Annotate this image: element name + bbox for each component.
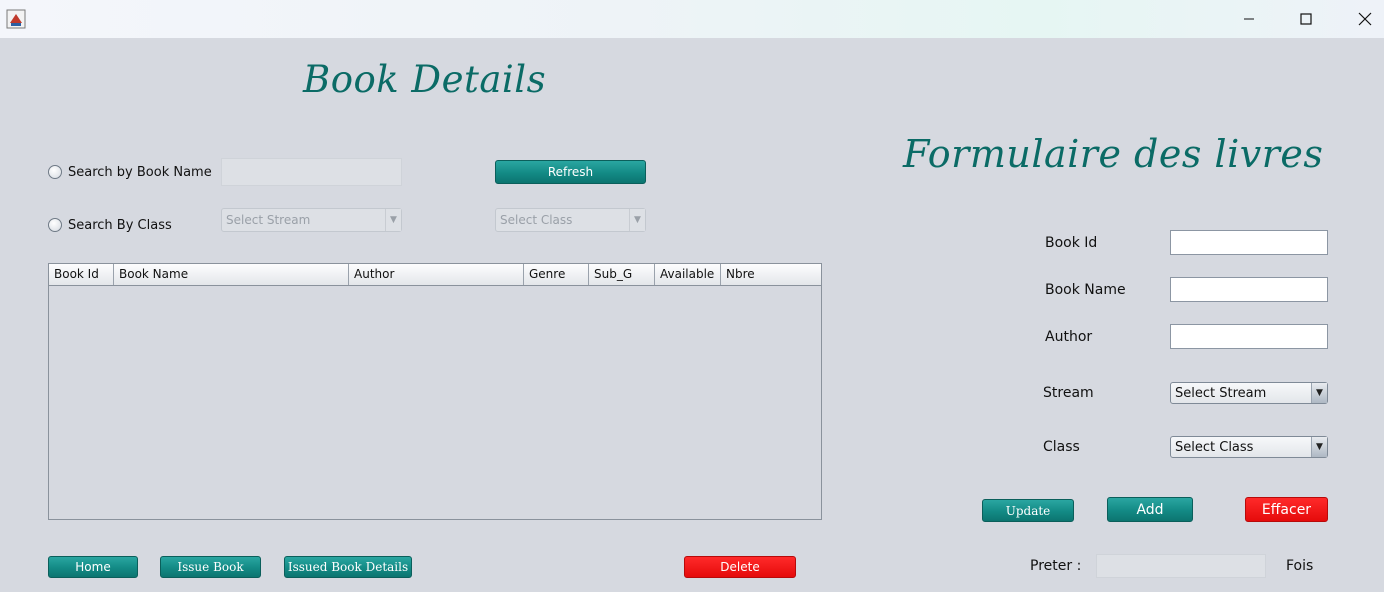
search-by-class-label: Search By Class bbox=[68, 218, 172, 233]
column-header[interactable]: Genre bbox=[524, 264, 589, 285]
issue-book-button[interactable]: Issue Book bbox=[160, 556, 261, 578]
update-button[interactable]: Update bbox=[982, 499, 1074, 522]
column-header[interactable]: Sub_G bbox=[589, 264, 655, 285]
book-details-heading: Book Details bbox=[303, 58, 547, 101]
stream-value: Select Stream bbox=[1175, 385, 1267, 401]
home-button[interactable]: Home bbox=[48, 556, 138, 578]
search-by-name-radio[interactable] bbox=[48, 165, 62, 179]
chevron-down-icon: ▼ bbox=[1311, 383, 1327, 403]
book-name-label: Book Name bbox=[1045, 282, 1126, 298]
maximize-icon[interactable] bbox=[1296, 9, 1316, 29]
clear-button[interactable]: Effacer bbox=[1245, 497, 1328, 522]
column-header[interactable]: Nbre bbox=[721, 264, 821, 285]
preter-input[interactable] bbox=[1096, 554, 1266, 578]
column-header[interactable]: Available bbox=[655, 264, 721, 285]
book-id-label: Book Id bbox=[1045, 235, 1098, 251]
chevron-down-icon: ▼ bbox=[629, 209, 645, 231]
issued-book-details-button[interactable]: Issued Book Details bbox=[284, 556, 412, 578]
table-header: Book Id Book Name Author Genre Sub_G Ava… bbox=[49, 264, 821, 286]
search-class-value: Select Class bbox=[500, 213, 573, 227]
books-table[interactable]: Book Id Book Name Author Genre Sub_G Ava… bbox=[48, 263, 822, 520]
chevron-down-icon: ▼ bbox=[1311, 437, 1327, 457]
stream-label: Stream bbox=[1043, 385, 1094, 401]
fois-label: Fois bbox=[1286, 558, 1314, 574]
chevron-down-icon: ▼ bbox=[385, 209, 401, 231]
refresh-button[interactable]: Refresh bbox=[495, 160, 646, 184]
book-name-input[interactable] bbox=[1170, 277, 1328, 302]
add-button[interactable]: Add bbox=[1107, 497, 1193, 522]
search-class-select[interactable]: Select Class ▼ bbox=[495, 208, 646, 232]
column-header[interactable]: Author bbox=[349, 264, 524, 285]
java-app-icon bbox=[6, 9, 26, 29]
search-stream-value: Select Stream bbox=[226, 213, 311, 227]
search-name-input[interactable] bbox=[221, 158, 402, 186]
stream-select[interactable]: Select Stream ▼ bbox=[1170, 382, 1328, 404]
class-value: Select Class bbox=[1175, 439, 1254, 455]
search-by-class-radio[interactable] bbox=[48, 218, 62, 232]
class-select[interactable]: Select Class ▼ bbox=[1170, 436, 1328, 458]
search-by-name-label: Search by Book Name bbox=[68, 165, 212, 180]
book-id-input[interactable] bbox=[1170, 230, 1328, 255]
class-label: Class bbox=[1043, 439, 1080, 455]
form-heading: Formulaire des livres bbox=[903, 132, 1324, 176]
title-bar bbox=[0, 0, 1384, 38]
column-header[interactable]: Book Id bbox=[49, 264, 114, 285]
preter-label: Preter : bbox=[1030, 558, 1082, 574]
delete-button[interactable]: Delete bbox=[684, 556, 796, 578]
author-label: Author bbox=[1045, 329, 1093, 345]
author-input[interactable] bbox=[1170, 324, 1328, 349]
column-header[interactable]: Book Name bbox=[114, 264, 349, 285]
minimize-icon[interactable] bbox=[1239, 9, 1259, 29]
close-icon[interactable] bbox=[1355, 9, 1375, 29]
search-stream-select[interactable]: Select Stream ▼ bbox=[221, 208, 402, 232]
table-body[interactable] bbox=[49, 286, 821, 520]
